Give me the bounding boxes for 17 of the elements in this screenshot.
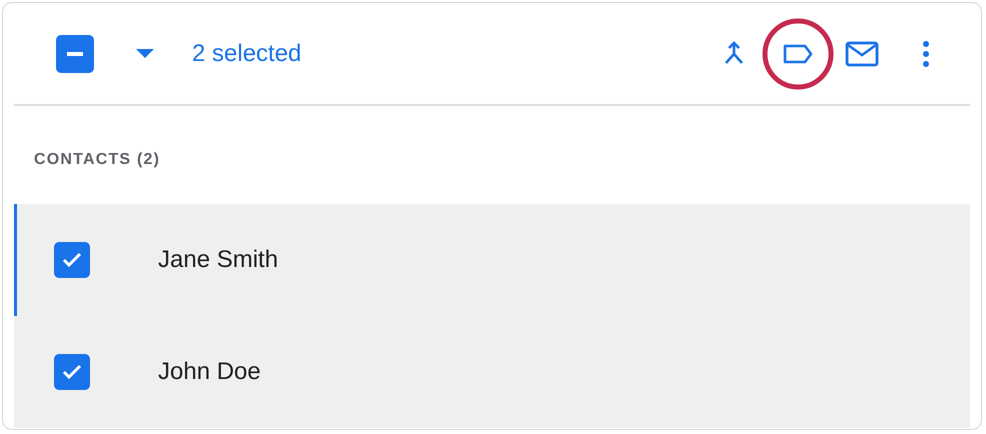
contact-row[interactable]: Jane Smith <box>14 204 970 316</box>
checkmark-icon <box>61 362 83 382</box>
row-checkbox[interactable] <box>54 242 90 278</box>
mail-icon <box>845 40 879 68</box>
section-header: CONTACTS (2) <box>34 150 162 170</box>
label-icon <box>782 42 814 64</box>
caret-icon <box>136 49 154 58</box>
select-all-checkbox[interactable] <box>56 34 94 72</box>
merge-icon <box>723 40 745 66</box>
checkmark-icon <box>61 250 83 270</box>
more-icon <box>922 40 930 68</box>
row-checkbox[interactable] <box>54 354 90 390</box>
minus-icon <box>67 52 83 56</box>
contact-name: Jane Smith <box>158 246 278 274</box>
selection-count: 2 selected <box>192 40 302 68</box>
contact-name: John Doe <box>158 358 261 386</box>
contact-row[interactable]: John Doe <box>14 316 970 428</box>
